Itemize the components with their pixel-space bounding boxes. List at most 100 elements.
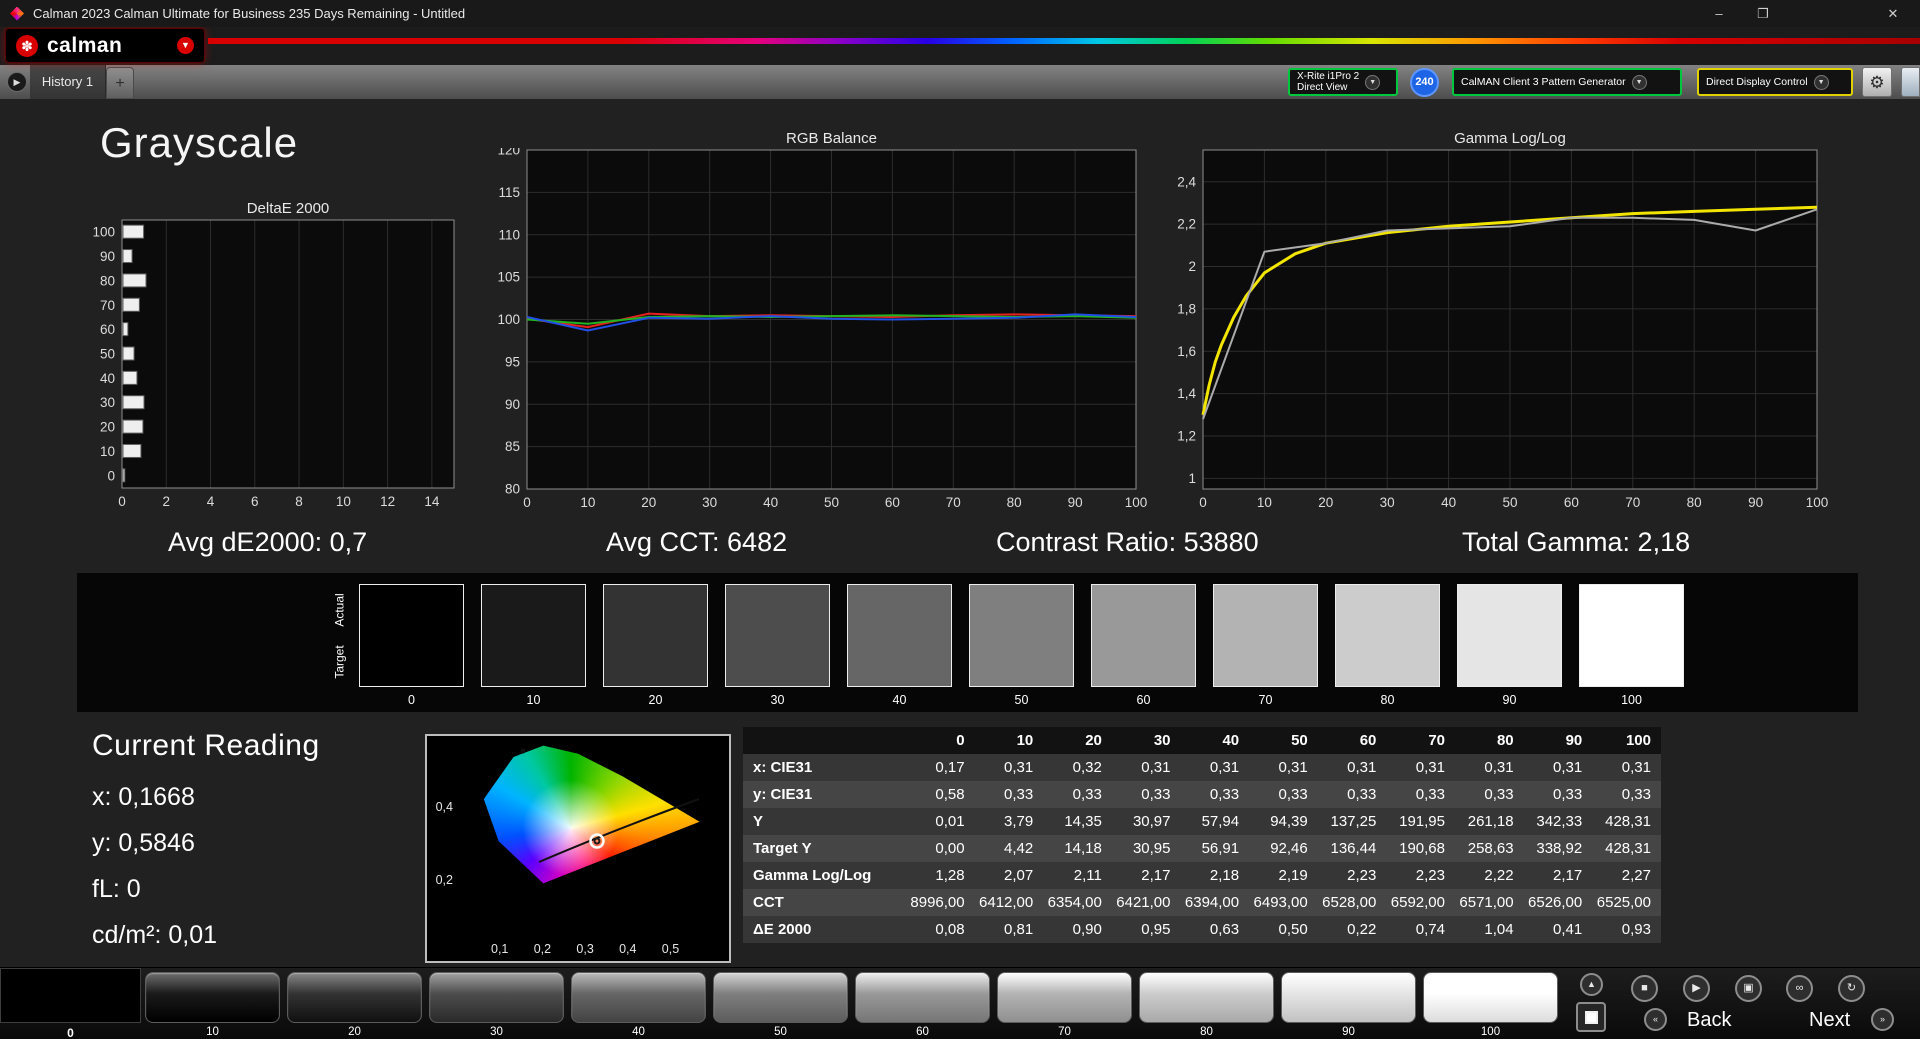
patch-button-30[interactable]: 30 <box>429 972 564 1038</box>
svg-text:10: 10 <box>580 495 595 510</box>
table-cell: 30,95 <box>1132 840 1171 857</box>
back-chevron-icon[interactable]: « <box>1644 1008 1667 1031</box>
svg-text:100: 100 <box>1806 495 1829 510</box>
svg-text:20: 20 <box>100 420 115 435</box>
table-cell: 0,31 <box>1141 759 1171 776</box>
table-cell: 92,46 <box>1270 840 1308 857</box>
rgb-balance-chart: RGB Balance 120 115 110 105 100 95 90 85 80 0 10 20… <box>480 130 1160 510</box>
patch-label: 20 <box>348 1026 361 1038</box>
patch-button-60[interactable]: 60 <box>855 972 990 1038</box>
deltae-bar <box>122 443 142 458</box>
pattern-window-button[interactable] <box>1576 1002 1606 1032</box>
patch-button-100[interactable]: 100 <box>1423 972 1558 1038</box>
swatch-level-label: 60 <box>1136 693 1151 707</box>
patch-button-10[interactable]: 10 <box>145 972 280 1038</box>
table-cell: 30,97 <box>1132 813 1171 830</box>
table-cell: 2,23 <box>1347 867 1377 884</box>
patch-label: 80 <box>1200 1026 1213 1038</box>
logo-menu-chevron-icon[interactable]: ▼ <box>177 37 194 54</box>
generator-chevron-icon[interactable]: ▼ <box>1631 74 1647 90</box>
table-cell: 0,33 <box>1209 786 1240 803</box>
calman-logo[interactable]: ✽ calman ▼ <box>5 28 205 63</box>
play-button[interactable]: ▶ <box>1683 975 1710 1002</box>
table-cell: 2,27 <box>1621 867 1651 884</box>
table-cell: 1,28 <box>935 867 965 884</box>
cie-y-label: 0,4 <box>435 800 453 814</box>
pattern-toggle-button[interactable]: ▣ <box>1735 975 1762 1002</box>
swatch-level-label: 100 <box>1621 693 1642 707</box>
patch-row: 10 20 30 40 50 60 70 80 90 100 <box>145 972 1558 1038</box>
swatch-level-label: 70 <box>1258 693 1273 707</box>
swatch-color <box>1579 584 1684 687</box>
cie-y-label: 0,2 <box>435 873 453 887</box>
svg-text:100: 100 <box>497 312 520 327</box>
measurement-table: 0 10 20 30 40 50 60 70 80 90 100 x: CIE31 0,17 0,31 0,… <box>743 727 1661 943</box>
cie-x-label: 0,5 <box>661 942 680 956</box>
display-control-chevron-icon[interactable]: ▼ <box>1813 74 1829 90</box>
table-cell: 3,79 <box>1004 813 1034 830</box>
settings-gear-icon[interactable]: ⚙ <box>1862 67 1892 97</box>
swatch-80: 80 <box>1335 584 1440 707</box>
table-cell: 2,23 <box>1415 867 1445 884</box>
link-button[interactable]: ∞ <box>1786 975 1813 1002</box>
svg-text:20: 20 <box>1318 495 1333 510</box>
collapse-chevron-icon[interactable]: ▲ <box>1580 973 1603 996</box>
meter-dropdown[interactable]: X-Rite i1Pro 2 Direct View ▼ <box>1288 68 1398 96</box>
table-row: x: CIE31 0,17 0,31 0,32 0,31 0,31 0,31 0,31 0,31… <box>743 754 1661 781</box>
table-cell: 6525,00 <box>1596 894 1651 911</box>
patch-label: 30 <box>490 1026 503 1038</box>
table-row-label: Y <box>753 813 764 830</box>
table-cell: 57,94 <box>1201 813 1240 830</box>
next-button[interactable]: Next <box>1809 1009 1850 1032</box>
gamma-chart: Gamma Log/Log 2,4 2,2 2 1,8 1,6 1,4 1,2 1 0 10 20 3… <box>1150 130 1840 510</box>
table-cell: 2,07 <box>1004 867 1034 884</box>
patch-button-80[interactable]: 80 <box>1139 972 1274 1038</box>
table-row-label: ΔE 2000 <box>753 921 812 938</box>
patch-button-70[interactable]: 70 <box>997 972 1132 1038</box>
svg-text:2: 2 <box>1188 259 1196 274</box>
patch-button-40[interactable]: 40 <box>571 972 706 1038</box>
patch-button-0[interactable]: 0 <box>0 968 141 1039</box>
stop-button[interactable]: ■ <box>1631 975 1658 1002</box>
patch-swatch <box>287 972 422 1023</box>
swatch-70: 70 <box>1213 584 1318 707</box>
edge-partial-button[interactable] <box>1901 67 1920 97</box>
patch-label: 90 <box>1342 1026 1355 1038</box>
close-icon[interactable]: ✕ <box>1876 6 1910 22</box>
back-button[interactable]: Back <box>1687 1009 1731 1032</box>
svg-text:70: 70 <box>946 495 961 510</box>
add-tab-button[interactable]: + <box>106 67 134 99</box>
swatch-color <box>603 584 708 687</box>
main-content: Grayscale DeltaE 2000 0 10 20 30 40 50 60 70 80 9… <box>0 99 1920 967</box>
svg-text:100: 100 <box>1125 495 1148 510</box>
display-control-dropdown[interactable]: Direct Display Control ▼ <box>1697 68 1853 96</box>
patch-button-50[interactable]: 50 <box>713 972 848 1038</box>
table-cell: 6394,00 <box>1184 894 1240 911</box>
pattern-generator-dropdown[interactable]: CalMAN Client 3 Pattern Generator ▼ <box>1452 68 1682 96</box>
meter-name: X-Rite i1Pro 2 <box>1297 71 1360 82</box>
cie-x-label: 0,4 <box>619 942 637 956</box>
patch-swatch <box>571 972 706 1023</box>
grayscale-swatch-strip: Actual Target 0 10 20 30 40 50 60 70 80 90 100 <box>77 573 1858 712</box>
patch-button-90[interactable]: 90 <box>1281 972 1416 1038</box>
svg-text:1,6: 1,6 <box>1177 344 1196 359</box>
patch-swatch <box>1139 972 1274 1023</box>
svg-text:80: 80 <box>1007 495 1022 510</box>
meter-chevron-icon[interactable]: ▼ <box>1365 74 1381 90</box>
next-chevron-icon[interactable]: » <box>1871 1008 1894 1031</box>
deltae-bar <box>122 249 133 264</box>
swatch-60: 60 <box>1091 584 1196 707</box>
svg-text:30: 30 <box>100 395 115 410</box>
history-nav-icon[interactable]: ▶ <box>7 72 27 92</box>
table-cell: 6412,00 <box>979 894 1034 911</box>
tab-history-1[interactable]: History 1 <box>30 65 106 99</box>
svg-text:1,2: 1,2 <box>1177 429 1196 444</box>
refresh-button[interactable]: ↻ <box>1838 975 1865 1002</box>
table-cell: 428,31 <box>1605 813 1651 830</box>
swatch-level-label: 50 <box>1014 693 1029 707</box>
table-cell: 0,95 <box>1141 921 1171 938</box>
pattern-generator-label: CalMAN Client 3 Pattern Generator <box>1461 76 1626 88</box>
maximize-icon[interactable]: ❐ <box>1746 6 1780 22</box>
patch-button-20[interactable]: 20 <box>287 972 422 1038</box>
minimize-icon[interactable]: – <box>1702 6 1736 21</box>
